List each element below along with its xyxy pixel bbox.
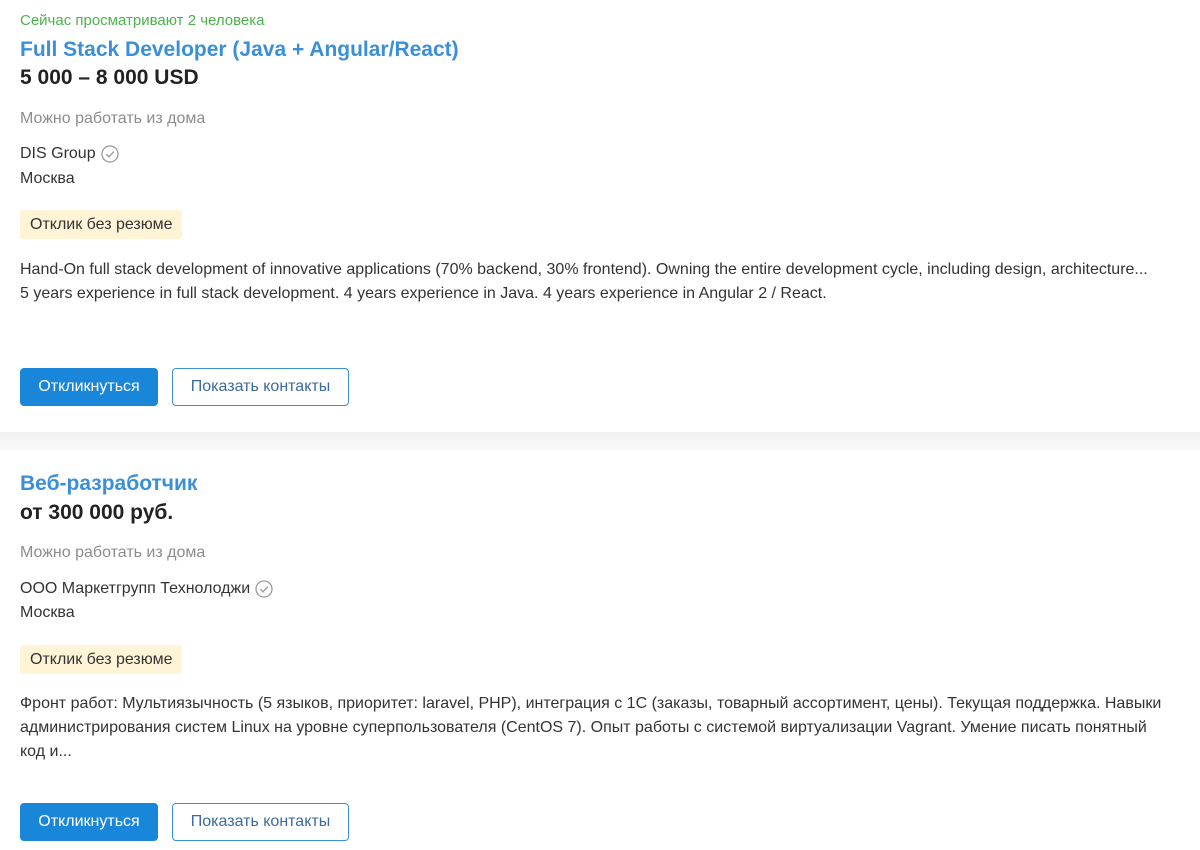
company-row: ООО Маркетгрупп Технолоджи	[20, 578, 273, 600]
verified-check-icon	[255, 580, 273, 598]
city-label: Москва	[20, 604, 75, 621]
remote-work-label: Можно работать из дома	[20, 110, 206, 127]
respond-without-resume-badge: Отклик без резюме	[20, 645, 183, 674]
company-link[interactable]: DIS Group	[20, 144, 96, 164]
vacancy-title-link[interactable]: Веб-разработчик	[20, 471, 197, 497]
viewing-now-label: Сейчас просматривают 2 человека	[20, 12, 265, 29]
company-row: DIS Group	[20, 143, 119, 165]
salary: от 300 000 руб.	[20, 501, 174, 524]
vacancy-card: Веб-разработчик от 300 000 руб. Можно ра…	[0, 450, 1200, 850]
respond-without-resume-badge: Отклик без резюме	[20, 210, 183, 239]
city-label: Москва	[20, 170, 75, 187]
description-requirements: 5 years experience in full stack develop…	[20, 285, 827, 302]
salary: 5 000 – 8 000 USD	[20, 66, 199, 89]
show-contacts-button[interactable]: Показать контакты	[172, 368, 349, 406]
vacancy-title-link[interactable]: Full Stack Developer (Java + Angular/Rea…	[20, 37, 459, 63]
description-text: Фронт работ: Мультиязычность (5 языков, …	[20, 695, 1162, 760]
respond-button[interactable]: Откликнуться	[20, 368, 158, 406]
card-separator	[0, 432, 1200, 450]
verified-check-icon	[100, 145, 119, 163]
respond-button[interactable]: Откликнуться	[20, 803, 158, 841]
vacancy-description: Hand-On full stack development of innova…	[20, 258, 1170, 306]
vacancy-description: Фронт работ: Мультиязычность (5 языков, …	[20, 692, 1170, 764]
description-responsibilities: Hand-On full stack development of innova…	[20, 261, 1148, 278]
vacancy-card: Сейчас просматривают 2 человека Full Sta…	[0, 0, 1200, 432]
show-contacts-button[interactable]: Показать контакты	[172, 803, 349, 841]
company-link[interactable]: ООО Маркетгрупп Технолоджи	[20, 579, 250, 599]
remote-work-label: Можно работать из дома	[20, 544, 206, 561]
